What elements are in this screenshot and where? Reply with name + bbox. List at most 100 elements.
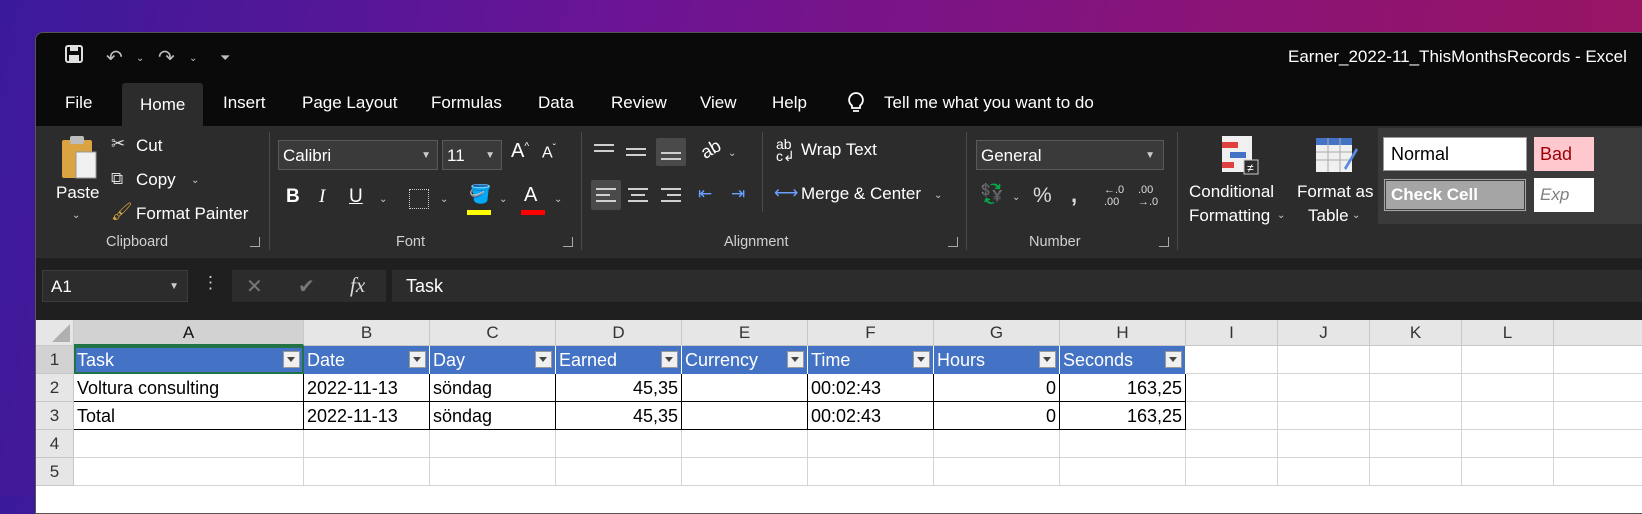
name-box[interactable]: A1 ▼ [42,270,188,302]
tab-home[interactable]: Home [122,83,204,126]
empty-cell[interactable] [556,430,682,458]
conditional-formatting-button-line2[interactable]: Formatting [1189,206,1270,226]
column-header-g[interactable]: G [934,320,1060,346]
enter-icon[interactable]: ✔ [298,274,315,299]
table-header-cell[interactable]: Time [808,346,934,374]
borders-dropdown-icon[interactable]: ⌄ [440,194,448,205]
cut-icon[interactable]: ✂ [111,134,125,154]
column-header-h[interactable]: H [1060,320,1186,346]
row-header-4[interactable]: 4 [36,430,74,458]
empty-cell[interactable] [1278,374,1370,402]
filter-dropdown-icon[interactable] [283,351,300,368]
table-header-cell[interactable]: Currency [682,346,808,374]
empty-cell[interactable] [1370,458,1462,486]
column-header-c[interactable]: C [430,320,556,346]
empty-cell[interactable] [1186,430,1278,458]
paste-dropdown-icon[interactable]: ⌄ [72,210,80,221]
empty-cell[interactable] [304,458,430,486]
empty-cell[interactable] [304,430,430,458]
empty-cell[interactable] [1370,430,1462,458]
table-cell[interactable]: 0 [934,374,1060,402]
paste-icon[interactable] [58,134,100,185]
table-cell[interactable]: 2022-11-13 [304,374,430,402]
table-cell[interactable]: Voltura consulting [74,374,304,402]
top-align-icon[interactable] [594,140,616,162]
empty-cell[interactable] [1186,402,1278,430]
empty-cell[interactable] [934,430,1060,458]
conditional-dropdown-icon[interactable]: ⌄ [1277,210,1285,221]
format-painter-icon[interactable]: 🖌 [111,202,133,222]
row-header-1[interactable]: 1 [36,346,74,374]
row-header-5[interactable]: 5 [36,458,74,486]
save-icon[interactable] [64,44,84,70]
table-cell[interactable]: 0 [934,402,1060,430]
align-left-icon[interactable] [591,180,621,210]
shrink-font-icon[interactable]: Aˇ [542,143,556,162]
empty-cell[interactable] [682,430,808,458]
filter-dropdown-icon[interactable] [535,351,552,368]
font-size-dropdown[interactable]: 11 ▼ [442,140,502,170]
increase-indent-icon[interactable]: ⇥ [731,184,745,204]
column-header-j[interactable]: J [1278,320,1370,346]
empty-cell[interactable] [430,458,556,486]
format-as-table-button[interactable]: Format as [1297,182,1374,202]
empty-cell[interactable] [1060,458,1186,486]
style-normal[interactable]: Normal [1383,137,1527,171]
redo-dropdown-icon[interactable]: ⌄ [189,53,197,64]
empty-cell[interactable] [1060,430,1186,458]
clipboard-launcher-icon[interactable] [250,237,260,247]
fill-color-icon[interactable]: 🪣 [469,184,491,205]
table-header-cell[interactable]: Day [430,346,556,374]
bold-button[interactable]: B [286,186,300,208]
table-cell[interactable] [682,374,808,402]
undo-dropdown-icon[interactable]: ⌄ [136,53,144,64]
fill-color-dropdown-icon[interactable]: ⌄ [499,194,507,205]
tab-formulas[interactable]: Formulas [431,93,502,113]
empty-cell[interactable] [1278,430,1370,458]
accounting-dropdown-icon[interactable]: ⌄ [1012,192,1020,203]
decrease-indent-icon[interactable]: ⇤ [698,184,712,204]
grow-font-icon[interactable]: A^ [511,140,529,163]
style-explanatory[interactable]: Exp [1534,178,1594,212]
table-cell[interactable]: 45,35 [556,374,682,402]
table-cell[interactable]: 163,25 [1060,374,1186,402]
filter-dropdown-icon[interactable] [913,351,930,368]
empty-cell[interactable] [1370,402,1462,430]
number-launcher-icon[interactable] [1159,237,1169,247]
customize-icon[interactable]: ⏷ [220,50,230,66]
format-as-table-button-line2[interactable]: Table [1308,206,1349,226]
paste-button[interactable]: Paste [56,183,99,203]
copy-icon[interactable]: ⧉ [111,169,123,189]
table-header-cell[interactable]: Earned [556,346,682,374]
undo-icon[interactable]: ↶ [106,45,123,70]
format-as-table-icon[interactable] [1314,134,1358,181]
tab-data[interactable]: Data [538,93,574,113]
tab-view[interactable]: View [700,93,737,113]
table-header-cell[interactable]: Seconds [1060,346,1186,374]
column-header-k[interactable]: K [1370,320,1462,346]
empty-cell[interactable] [808,458,934,486]
empty-cell[interactable] [556,458,682,486]
wrap-text-icon[interactable]: ab c↲ [776,137,795,163]
borders-icon[interactable] [409,189,429,209]
filter-dropdown-icon[interactable] [661,351,678,368]
empty-cell[interactable] [934,458,1060,486]
wrap-text-button[interactable]: Wrap Text [801,140,877,160]
percent-style-button[interactable]: % [1033,184,1052,208]
empty-cell[interactable] [1462,402,1554,430]
empty-cell[interactable] [1554,346,1642,374]
empty-cell[interactable] [1554,402,1642,430]
cut-button[interactable]: Cut [136,136,162,156]
tab-file[interactable]: File [65,93,92,113]
tab-insert[interactable]: Insert [223,93,266,113]
empty-cell[interactable] [1186,346,1278,374]
align-right-icon[interactable] [661,184,683,206]
empty-cell[interactable] [74,458,304,486]
column-header-a[interactable]: A [74,320,304,346]
empty-cell[interactable] [74,430,304,458]
table-cell[interactable]: 00:02:43 [808,402,934,430]
empty-cell[interactable] [808,430,934,458]
font-color-icon[interactable]: A [524,184,537,207]
redo-icon[interactable]: ↷ [158,45,175,70]
copy-button[interactable]: Copy [136,170,176,190]
